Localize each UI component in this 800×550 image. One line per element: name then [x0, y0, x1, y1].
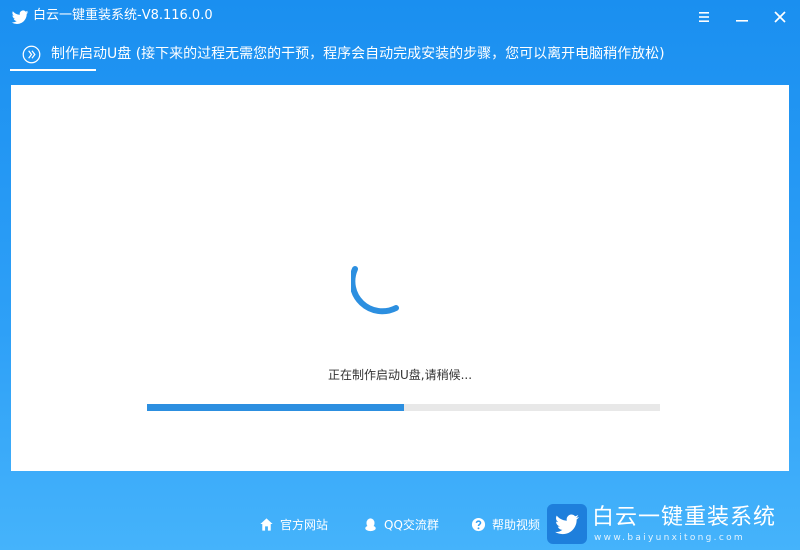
status-message: 正在制作启动U盘,请稍候...	[327, 368, 473, 382]
step-title: 制作启动U盘 (接下来的过程无需您的干预，程序会自动完成安装的步骤，您可以离开电…	[51, 46, 665, 62]
minimize-icon	[736, 20, 748, 22]
bird-icon	[11, 8, 29, 26]
hamburger-menu-icon	[699, 12, 709, 22]
help-video-link[interactable]: 帮助视频	[471, 515, 540, 533]
minimize-button[interactable]	[731, 6, 753, 28]
brand-logo	[547, 504, 587, 544]
window-title: 白云一键重装系统-V8.116.0.0	[33, 8, 213, 23]
official-site-link[interactable]: 官方网站	[259, 515, 328, 533]
close-button[interactable]	[769, 6, 791, 28]
bird-icon	[555, 514, 579, 535]
step-indicator	[10, 69, 96, 71]
progress-bar	[147, 404, 660, 411]
double-chevron-right-icon	[22, 45, 41, 64]
main-panel: 正在制作启动U盘,请稍候...	[11, 85, 789, 471]
home-icon	[260, 517, 273, 531]
brand-name: 白云一键重装系统	[592, 505, 777, 530]
progress-bar-fill	[147, 404, 404, 411]
brand-url: www.baiyunxitong.com	[594, 533, 745, 543]
footer-link-label: QQ交流群	[384, 517, 439, 532]
qq-group-link[interactable]: QQ交流群	[363, 515, 439, 533]
help-icon	[471, 517, 486, 531]
menu-button[interactable]	[693, 6, 715, 28]
close-icon	[774, 11, 786, 23]
title-bar: 白云一键重装系统-V8.116.0.0	[0, 0, 800, 34]
loading-spinner-icon	[351, 266, 399, 315]
footer-link-label: 帮助视频	[492, 517, 541, 532]
footer-link-label: 官方网站	[280, 517, 329, 532]
qq-penguin-icon	[365, 517, 376, 531]
